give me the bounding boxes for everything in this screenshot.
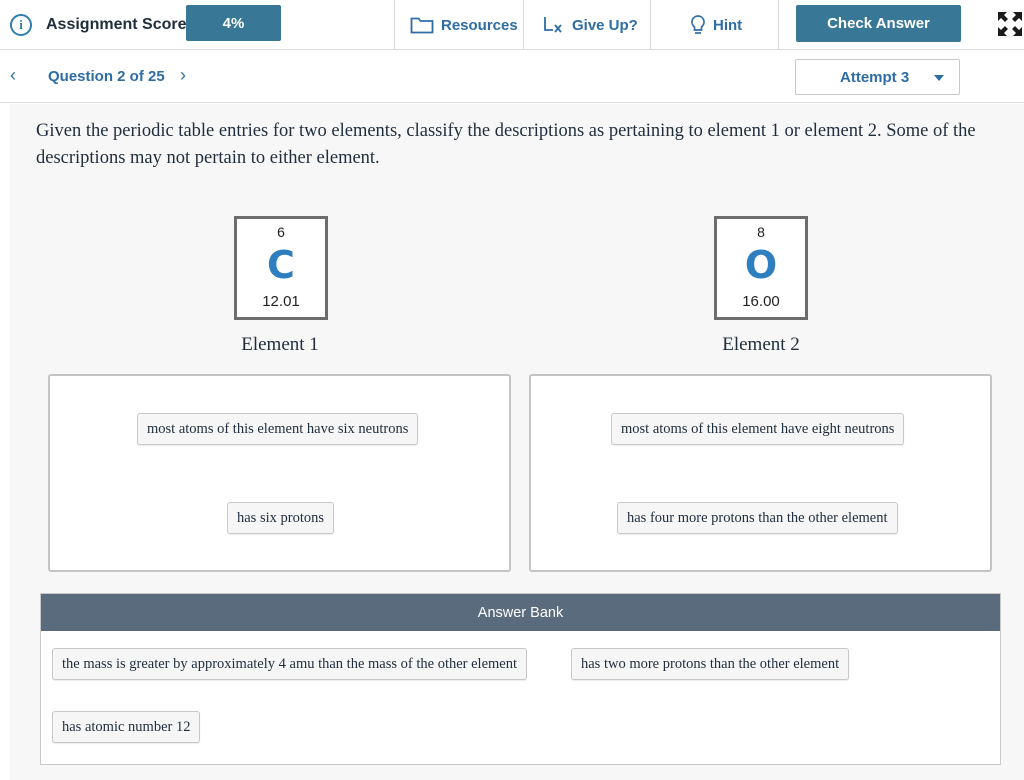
answer-chip[interactable]: has four more protons than the other ele…: [617, 502, 898, 534]
answer-bank-title: Answer Bank: [41, 594, 1000, 631]
divider: [523, 0, 524, 50]
element-2-drop-zone[interactable]: most atoms of this element have eight ne…: [529, 374, 992, 572]
answer-chip[interactable]: most atoms of this element have eight ne…: [611, 413, 905, 445]
give-up-label: Give Up?: [572, 16, 638, 34]
answer-chip[interactable]: most atoms of this element have six neut…: [137, 413, 419, 445]
question-counter: Question 2 of 25: [48, 68, 165, 85]
top-bar: i Assignment Score: 4% Resources Give Up…: [0, 0, 1024, 50]
folder-icon: [410, 17, 434, 34]
info-icon[interactable]: i: [10, 14, 32, 36]
divider: [778, 0, 779, 50]
next-question-icon[interactable]: ›: [180, 65, 186, 86]
element-symbol: O: [744, 243, 778, 287]
question-panel: Given the periodic table entries for two…: [10, 104, 1024, 780]
attempt-label: Attempt 3: [840, 69, 910, 86]
atomic-number: 8: [757, 224, 765, 240]
element-1-drop-zone[interactable]: most atoms of this element have six neut…: [48, 374, 511, 572]
score-badge: 4%: [186, 5, 281, 41]
score-label: Assignment Score:: [46, 16, 192, 33]
atomic-mass: 12.01: [262, 293, 300, 310]
hint-label: Hint: [713, 16, 743, 34]
element-2-label: Element 2: [722, 334, 800, 355]
question-nav: ‹ Question 2 of 25 › Attempt 3: [0, 51, 1024, 103]
resources-label: Resources: [441, 16, 518, 34]
element-2-card: 8 O 16.00: [714, 216, 808, 320]
previous-question-icon[interactable]: ‹: [10, 65, 16, 86]
atomic-mass: 16.00: [742, 293, 780, 310]
answer-chip[interactable]: has six protons: [227, 502, 334, 534]
answer-chip[interactable]: has atomic number 12: [52, 711, 201, 743]
lightbulb-icon: [691, 15, 705, 34]
atomic-number: 6: [277, 224, 285, 240]
check-answer-button[interactable]: Check Answer: [796, 5, 961, 42]
question-text: Given the periodic table entries for two…: [36, 121, 976, 168]
element-symbol: C: [267, 243, 295, 287]
give-up-icon: [544, 17, 562, 33]
attempt-dropdown[interactable]: Attempt 3: [795, 59, 960, 95]
answer-bank[interactable]: Answer Bank the mass is greater by appro…: [40, 593, 1001, 765]
answer-chip[interactable]: has two more protons than the other elem…: [571, 648, 850, 680]
resources-button[interactable]: Resources: [410, 0, 522, 50]
give-up-button[interactable]: Give Up?: [543, 0, 643, 50]
element-1-label: Element 1: [241, 334, 319, 355]
caret-down-icon: [934, 75, 944, 81]
expand-icon[interactable]: [996, 10, 1024, 38]
element-1-card: 6 C 12.01: [234, 216, 328, 320]
hint-button[interactable]: Hint: [690, 0, 760, 50]
answer-chip[interactable]: the mass is greater by approximately 4 a…: [52, 648, 528, 680]
divider: [394, 0, 395, 50]
divider: [650, 0, 651, 50]
